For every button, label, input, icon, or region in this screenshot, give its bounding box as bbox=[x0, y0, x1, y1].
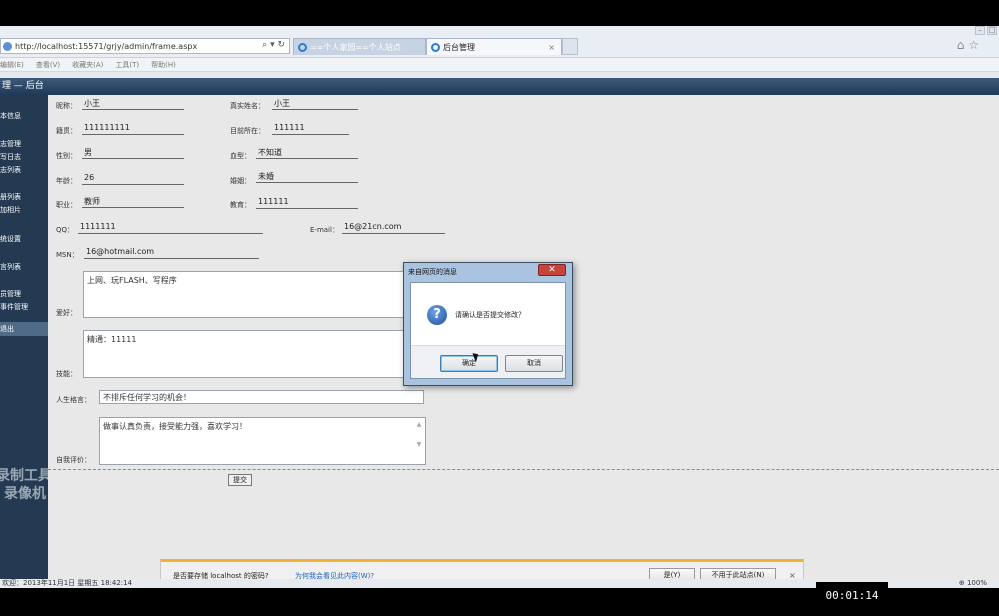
ie-icon bbox=[298, 42, 307, 52]
qq-label: QQ： bbox=[56, 226, 75, 234]
hobby-textarea[interactable]: 上网、玩FLASH、写程序 bbox=[83, 271, 408, 318]
zoom-level[interactable]: ⊕ 100% bbox=[959, 579, 987, 588]
education-label: 教育： bbox=[230, 201, 251, 209]
window-controls: – □ bbox=[975, 26, 997, 36]
confirm-dialog: 来自网页的消息 ✕ ? 请确认是否提交修改？ 确定 取消 bbox=[403, 262, 573, 386]
msn-field[interactable]: 16@hotmail.com bbox=[84, 247, 259, 259]
native-label: 籍贯： bbox=[56, 127, 77, 135]
email-label: E-mail： bbox=[310, 226, 339, 234]
blood-label: 血型： bbox=[230, 152, 251, 160]
form-divider bbox=[48, 469, 999, 470]
address-bar[interactable]: http://localhost:15571/grjy/admin/frame.… bbox=[0, 38, 290, 54]
cancel-button[interactable]: 取消 bbox=[505, 355, 563, 372]
recording-timer: 00:01:14 bbox=[816, 582, 888, 610]
ie-icon bbox=[431, 42, 440, 52]
blood-field[interactable]: 不知道 bbox=[256, 147, 358, 159]
self-eval-label: 自我评价： bbox=[56, 456, 91, 464]
realname-field[interactable]: 小王 bbox=[272, 98, 358, 110]
msn-label: MSN： bbox=[56, 251, 79, 259]
sidebar-item-log-manage[interactable]: 志管理 bbox=[0, 139, 21, 149]
sidebar-item-logout[interactable]: 退出 bbox=[0, 324, 14, 334]
tab-label: ==个人家园==个人站点 bbox=[310, 42, 401, 52]
self-eval-text: 做事认真负责，接受能力强，喜欢学习！ bbox=[103, 422, 247, 431]
sidebar-item-events[interactable]: 事件管理 bbox=[0, 302, 28, 312]
qq-field[interactable]: 1111111 bbox=[78, 222, 263, 234]
job-field[interactable]: 教师 bbox=[82, 196, 184, 208]
recording-top-bar bbox=[0, 0, 999, 26]
recorder-watermark: 录制工具 录像机 bbox=[0, 467, 52, 503]
tab-close-icon[interactable]: × bbox=[548, 43, 555, 52]
question-icon: ? bbox=[427, 305, 447, 325]
watermark-line2: 录像机 bbox=[4, 486, 46, 502]
watermark-line1: 录制工具 bbox=[0, 468, 52, 484]
menu-favorites[interactable]: 收藏夹(A) bbox=[72, 60, 103, 70]
skill-textarea[interactable]: 精通：11111 bbox=[83, 330, 408, 378]
textarea-scrollbar[interactable]: ▲ ▼ bbox=[415, 420, 423, 460]
gender-field[interactable]: 男 bbox=[82, 147, 184, 159]
sidebar-item-members[interactable]: 员管理 bbox=[0, 289, 21, 299]
sidebar-item-messages[interactable]: 言列表 bbox=[0, 262, 21, 272]
ok-button[interactable]: 确定 bbox=[440, 355, 498, 372]
nickname-field[interactable]: 小王 bbox=[82, 98, 184, 110]
sidebar-item-profile[interactable]: 本信息 bbox=[0, 111, 21, 121]
submit-button[interactable]: 提交 bbox=[228, 474, 252, 486]
menu-edit[interactable]: 编辑(E) bbox=[0, 60, 24, 70]
page-icon bbox=[3, 41, 12, 51]
maximize-button[interactable]: □ bbox=[987, 26, 997, 35]
dialog-footer: 确定 取消 bbox=[411, 345, 565, 378]
site-header: 理 — 后台 bbox=[0, 78, 999, 95]
location-label: 目前所在： bbox=[230, 127, 265, 135]
search-refresh-icon[interactable]: ⌕ ▾ ↻ bbox=[262, 40, 285, 50]
location-field[interactable]: 111111 bbox=[272, 123, 349, 135]
education-field[interactable]: 111111 bbox=[256, 197, 358, 209]
menu-bar: 编辑(E) 查看(V) 收藏夹(A) 工具(T) 帮助(H) bbox=[0, 58, 999, 72]
motto-label: 人生格言： bbox=[56, 396, 91, 404]
sidebar-item-log-list[interactable]: 志列表 bbox=[0, 165, 21, 175]
sidebar: 本信息 志管理 写日志 志列表 册列表 加相片 统设置 言列表 员管理 事件管理… bbox=[0, 95, 52, 579]
self-eval-textarea[interactable]: 做事认真负责，接受能力强，喜欢学习！ ▲ ▼ bbox=[99, 417, 426, 465]
age-label: 年龄： bbox=[56, 177, 77, 185]
tab-label: 后台管理 bbox=[443, 42, 475, 52]
gender-label: 性别： bbox=[56, 152, 77, 160]
home-icon[interactable]: ⌂ ☆ bbox=[957, 38, 979, 52]
marriage-field[interactable]: 未婚 bbox=[256, 171, 358, 183]
marriage-label: 婚姻： bbox=[230, 177, 251, 185]
tab-personal-site[interactable]: ==个人家园==个人站点 bbox=[293, 38, 426, 55]
menu-view[interactable]: 查看(V) bbox=[36, 60, 60, 70]
nickname-label: 昵称： bbox=[56, 102, 77, 110]
sidebar-item-add-photo[interactable]: 加相片 bbox=[0, 205, 21, 215]
dialog-body: ? 请确认是否提交修改？ 确定 取消 bbox=[410, 282, 566, 379]
address-url[interactable]: http://localhost:15571/grjy/admin/frame.… bbox=[15, 42, 197, 51]
menu-help[interactable]: 帮助(H) bbox=[151, 60, 176, 70]
hobby-label: 爱好： bbox=[56, 309, 77, 317]
dialog-title: 来自网页的消息 bbox=[408, 268, 457, 276]
sidebar-item-write-log[interactable]: 写日志 bbox=[0, 152, 21, 162]
realname-label: 真实姓名： bbox=[230, 102, 265, 110]
new-tab-button[interactable] bbox=[562, 38, 578, 55]
job-label: 职业： bbox=[56, 201, 77, 209]
motto-input[interactable]: 不排斥任何学习的机会！ bbox=[99, 390, 424, 404]
menu-tools[interactable]: 工具(T) bbox=[115, 60, 139, 70]
minimize-button[interactable]: – bbox=[975, 26, 985, 35]
age-field[interactable]: 26 bbox=[82, 173, 184, 185]
skill-label: 技能： bbox=[56, 370, 77, 378]
tab-admin[interactable]: 后台管理 × bbox=[426, 38, 562, 55]
sidebar-item-settings[interactable]: 统设置 bbox=[0, 234, 21, 244]
dialog-message: 请确认是否提交修改？ bbox=[455, 311, 525, 319]
native-field[interactable]: 111111111 bbox=[82, 123, 184, 135]
email-field[interactable]: 16@21cn.com bbox=[342, 222, 445, 234]
sidebar-item-album-list[interactable]: 册列表 bbox=[0, 192, 21, 202]
dialog-close-button[interactable]: ✕ bbox=[538, 264, 566, 276]
